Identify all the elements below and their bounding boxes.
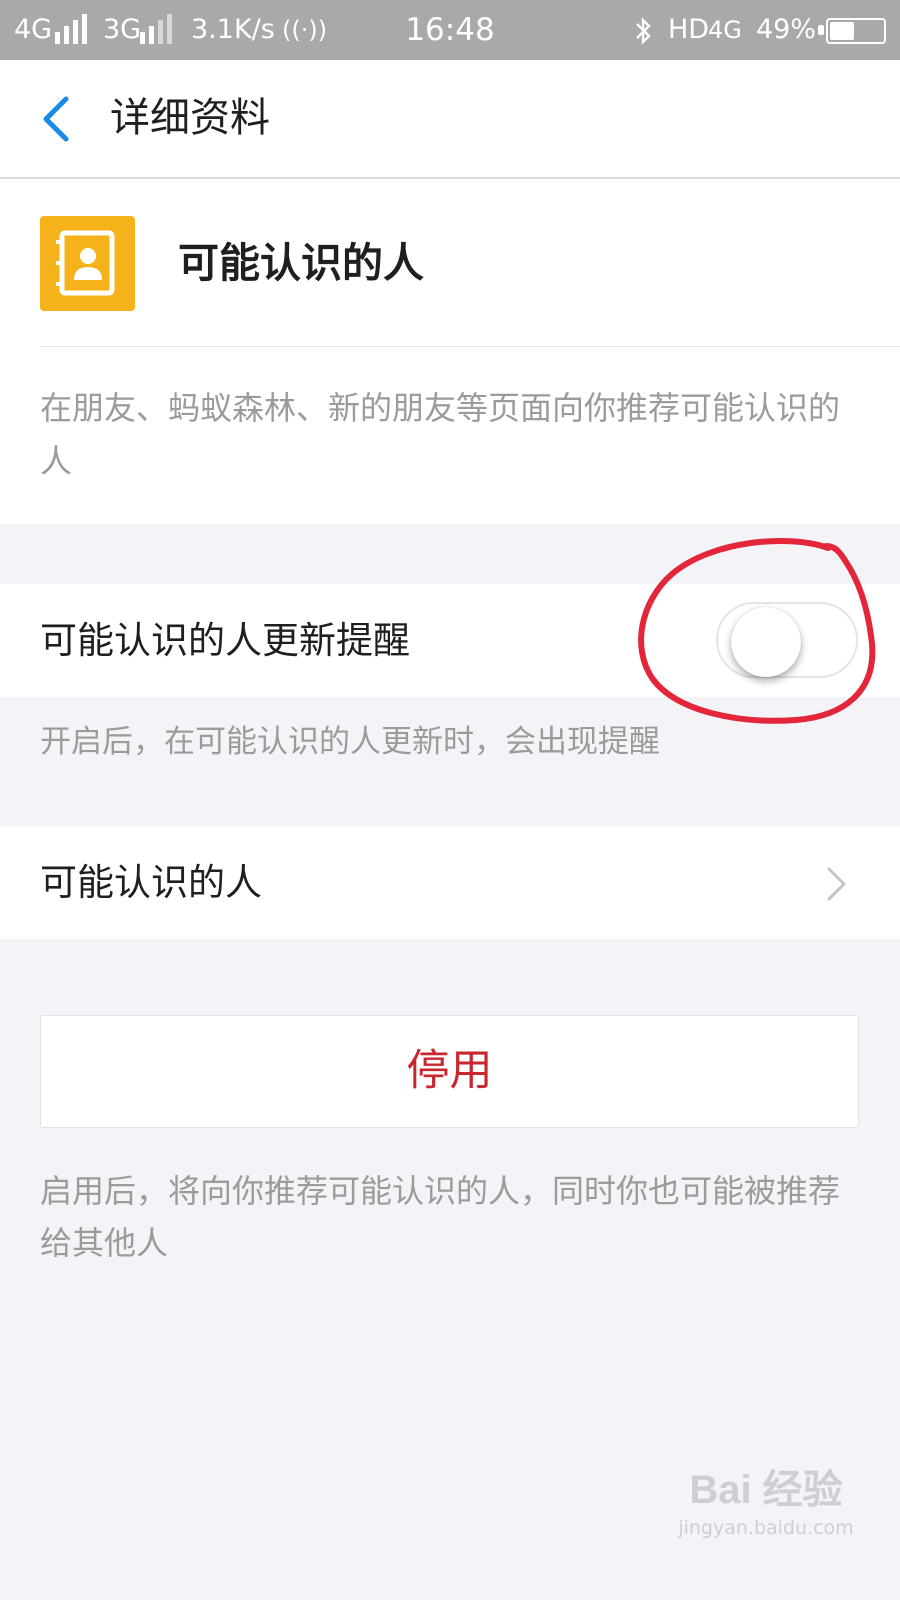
watermark-logo: Bai 经验	[689, 1468, 843, 1512]
watermark: Bai 经验 jingyan.baidu.com	[676, 1465, 856, 1541]
annotation-circle	[638, 538, 876, 724]
watermark-url: jingyan.baidu.com	[678, 1517, 854, 1539]
